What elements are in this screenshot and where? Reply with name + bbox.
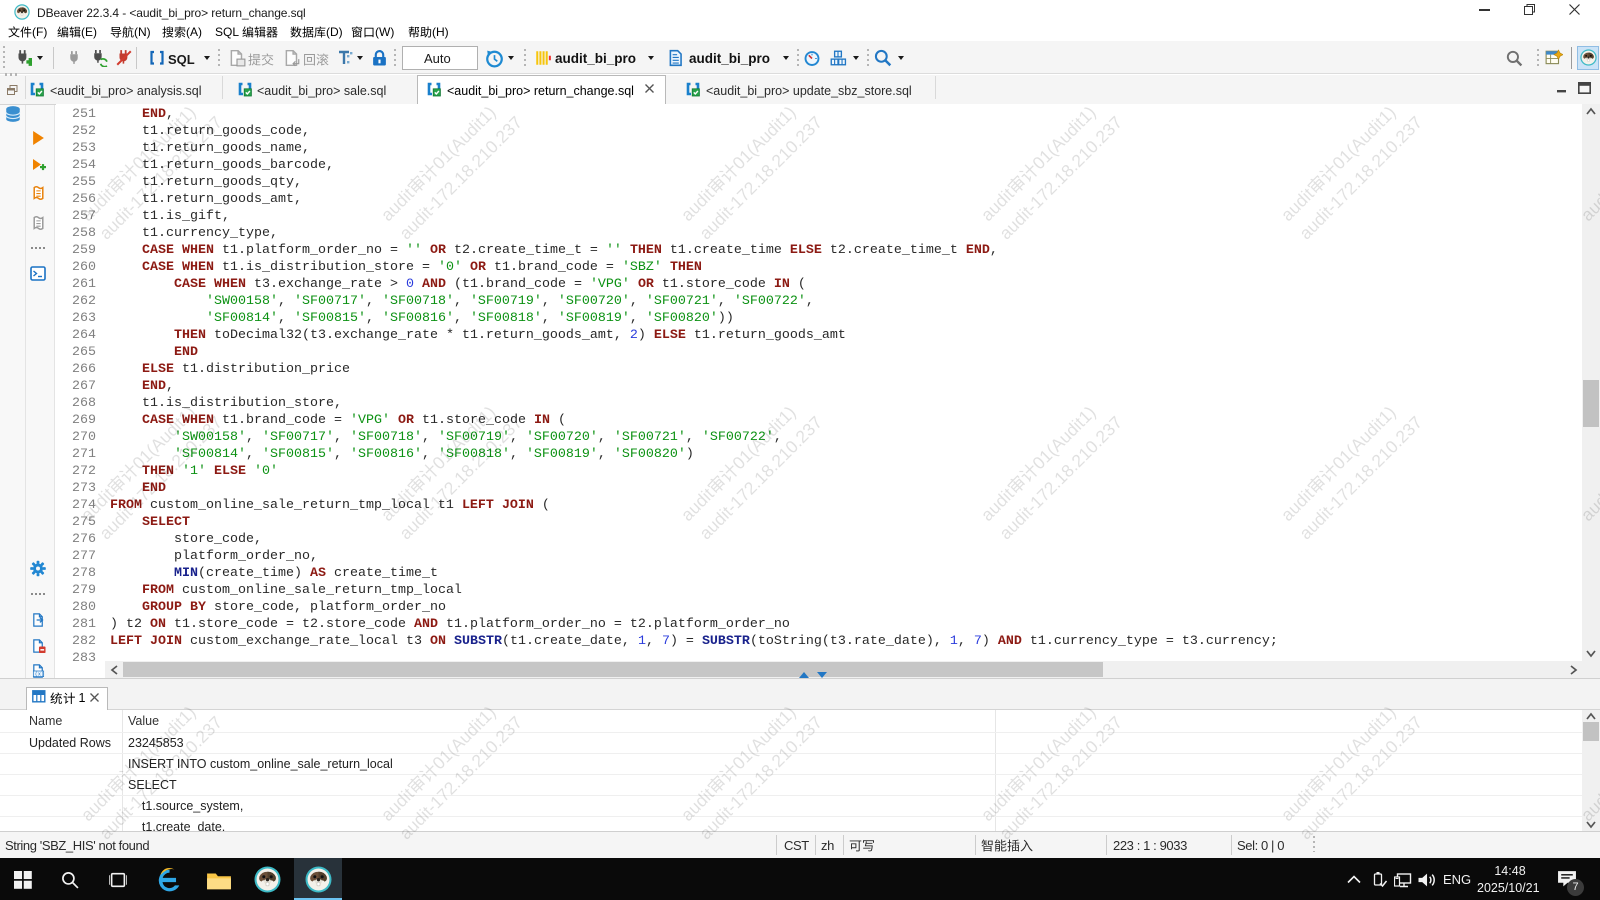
svg-text:(x): (x) xyxy=(35,672,44,678)
